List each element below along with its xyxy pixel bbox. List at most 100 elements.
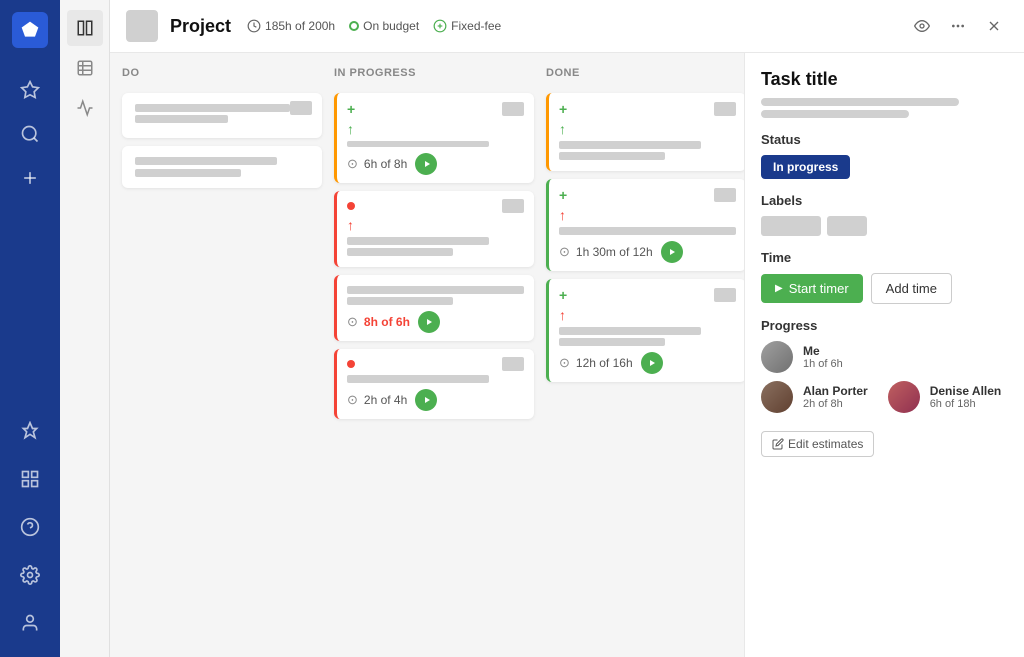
start-timer-button[interactable]: ▶ Start timer: [761, 274, 863, 303]
play-timer-button[interactable]: [641, 352, 663, 374]
card-time: 6h of 8h: [364, 157, 407, 171]
view-button[interactable]: [908, 12, 936, 40]
column-header-done: DONE: [546, 65, 744, 85]
sidebar-item-add[interactable]: [10, 158, 50, 198]
progress-label: Progress: [761, 318, 1008, 333]
card-add-button[interactable]: +: [559, 287, 567, 303]
status-label: Status: [761, 132, 1008, 147]
edit-estimates-button[interactable]: Edit estimates: [761, 431, 874, 457]
app-logo[interactable]: [12, 12, 48, 48]
time-icon: ⊙: [347, 392, 358, 408]
time-icon: ⊙: [347, 314, 358, 330]
view-sidebar: [60, 0, 110, 657]
progress-info-me: Me 1h of 6h: [803, 344, 843, 370]
project-thumbnail: [126, 10, 158, 42]
priority-arrow-icon: ↑: [347, 121, 524, 137]
sidebar-item-apps[interactable]: [10, 459, 50, 499]
main-content: Project 185h of 200h On budget Fixed-fee: [110, 0, 1024, 657]
progress-time-me: 1h of 6h: [803, 358, 843, 370]
kanban-board: DO IN PROGRESS: [110, 53, 744, 657]
progress-name-alan: Alan Porter: [803, 384, 868, 398]
progress-info-alan: Alan Porter 2h of 8h: [803, 384, 868, 410]
labels-label: Labels: [761, 193, 1008, 208]
progress-name-me: Me: [803, 344, 843, 358]
kanban-card[interactable]: [122, 146, 322, 188]
sidebar-table-view[interactable]: [67, 50, 103, 86]
play-timer-button[interactable]: [415, 389, 437, 411]
fee-type-text: Fixed-fee: [451, 19, 501, 33]
progress-item-alan: Alan Porter 2h of 8h: [761, 381, 868, 413]
card-time: 1h 30m of 12h: [576, 245, 653, 259]
status-section: Status In progress: [761, 132, 1008, 179]
progress-item-me: Me 1h of 6h: [761, 341, 1008, 373]
dot-indicator: [347, 202, 355, 210]
edit-estimates-label: Edit estimates: [788, 437, 863, 451]
progress-time-denise: 6h of 18h: [930, 398, 1002, 410]
budget-status-text: On budget: [363, 19, 419, 33]
sidebar-board-view[interactable]: [67, 10, 103, 46]
kanban-card[interactable]: + ↑: [546, 93, 744, 171]
sidebar-item-settings[interactable]: [10, 555, 50, 595]
priority-arrow-icon: ↑: [559, 207, 736, 223]
kanban-card[interactable]: ↑: [334, 191, 534, 267]
avatar-denise: [888, 381, 920, 413]
priority-arrow-icon: ↑: [559, 307, 736, 323]
priority-arrow-icon: ↑: [559, 121, 736, 137]
column-header-in-progress: IN PROGRESS: [334, 65, 534, 85]
priority-arrow-icon: ↑: [347, 217, 524, 233]
sidebar-item-favorites[interactable]: [10, 70, 50, 110]
sidebar-item-search[interactable]: [10, 114, 50, 154]
sidebar-item-pin[interactable]: [10, 411, 50, 451]
label-chip-1[interactable]: [761, 216, 821, 236]
add-time-button[interactable]: Add time: [871, 273, 952, 304]
play-timer-button[interactable]: [415, 153, 437, 175]
header-actions: [908, 12, 1008, 40]
kanban-column-todo: DO: [122, 65, 322, 645]
play-timer-button[interactable]: [661, 241, 683, 263]
card-add-button[interactable]: +: [347, 101, 355, 117]
kanban-card[interactable]: [122, 93, 322, 138]
time-logged-meta: 185h of 200h: [247, 19, 335, 33]
time-section: Time ▶ Start timer Add time: [761, 250, 1008, 304]
task-title: Task title: [761, 69, 1008, 90]
board-area: DO IN PROGRESS: [110, 53, 1024, 657]
title-placeholder-bar-2: [761, 110, 909, 118]
progress-info-denise: Denise Allen 6h of 18h: [930, 384, 1002, 410]
time-icon: ⊙: [559, 355, 570, 371]
left-navigation: [0, 0, 60, 657]
project-header: Project 185h of 200h On budget Fixed-fee: [110, 0, 1024, 53]
dot-indicator: [347, 360, 355, 368]
kanban-card[interactable]: + ↑ ⊙ 12h of 16h: [546, 279, 744, 382]
kanban-column-in-progress: IN PROGRESS + ↑ ⊙ 6h of 8h: [334, 65, 534, 645]
status-badge[interactable]: In progress: [761, 155, 850, 179]
progress-item-denise: Denise Allen 6h of 18h: [888, 381, 1002, 413]
time-actions: ▶ Start timer Add time: [761, 273, 1008, 304]
sidebar-chart-view[interactable]: [67, 90, 103, 126]
labels-row: [761, 216, 1008, 236]
card-add-button[interactable]: +: [559, 101, 567, 117]
fee-type-meta: Fixed-fee: [433, 19, 501, 33]
kanban-card[interactable]: ⊙ 8h of 6h: [334, 275, 534, 341]
card-add-button[interactable]: +: [559, 187, 567, 203]
more-button[interactable]: [944, 12, 972, 40]
time-icon: ⊙: [347, 156, 358, 172]
project-title: Project: [170, 16, 231, 37]
kanban-card[interactable]: ⊙ 2h of 4h: [334, 349, 534, 419]
card-time: 12h of 16h: [576, 356, 633, 370]
label-chip-2[interactable]: [827, 216, 867, 236]
sidebar-item-user[interactable]: [10, 603, 50, 643]
column-header-todo: DO: [122, 65, 322, 85]
progress-section: Progress Me 1h of 6h Alan Porter 2h of 8…: [761, 318, 1008, 457]
sidebar-item-help[interactable]: [10, 507, 50, 547]
kanban-card[interactable]: + ↑ ⊙ 6h of 8h: [334, 93, 534, 183]
play-timer-button[interactable]: [418, 311, 440, 333]
time-logged-text: 185h of 200h: [265, 19, 335, 33]
progress-time-alan: 2h of 8h: [803, 398, 868, 410]
avatar-alan: [761, 381, 793, 413]
kanban-card[interactable]: + ↑ ⊙ 1h 30m of 12h: [546, 179, 744, 271]
progress-name-denise: Denise Allen: [930, 384, 1002, 398]
time-label: Time: [761, 250, 1008, 265]
avatar-me: [761, 341, 793, 373]
card-time: 2h of 4h: [364, 393, 407, 407]
close-button[interactable]: [980, 12, 1008, 40]
